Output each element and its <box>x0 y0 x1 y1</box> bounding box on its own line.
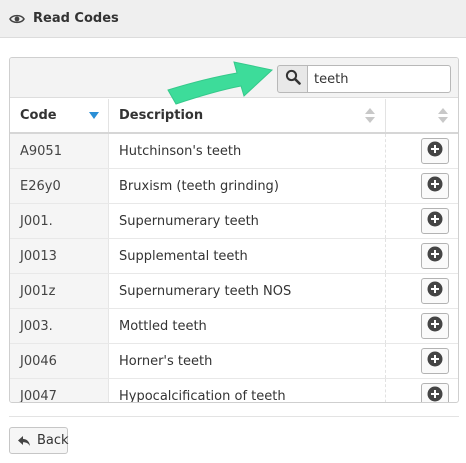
page-title: Read Codes <box>33 11 119 26</box>
footer-divider <box>9 416 459 417</box>
code-cell: J001. <box>10 204 109 238</box>
description-cell: Supplemental teeth <box>109 239 386 273</box>
description-cell: Supernumerary teeth NOS <box>109 274 386 308</box>
table-row: J001z Supernumerary teeth NOS <box>10 274 458 309</box>
action-cell <box>386 169 458 203</box>
table-row: J0047 Hypocalcification of teeth <box>10 379 458 402</box>
description-cell: Hypocalcification of teeth <box>109 379 386 402</box>
plus-circle-icon <box>427 386 443 402</box>
eye-icon <box>9 12 27 26</box>
add-code-button[interactable] <box>421 208 449 234</box>
table-body: A9051 Hutchinson's teeth E26y0 Bruxism (… <box>10 134 458 402</box>
add-code-button[interactable] <box>421 313 449 339</box>
sort-icon <box>365 108 375 124</box>
sort-descending-icon <box>89 112 99 119</box>
code-cell: J003. <box>10 309 109 343</box>
description-cell: Mottled teeth <box>109 309 386 343</box>
action-cell <box>386 309 458 343</box>
plus-circle-icon <box>427 316 443 336</box>
column-header-description[interactable]: Description <box>109 99 386 132</box>
add-code-button[interactable] <box>421 173 449 199</box>
search-icon <box>285 69 301 89</box>
table-row: E26y0 Bruxism (teeth grinding) <box>10 169 458 204</box>
description-cell: Supernumerary teeth <box>109 204 386 238</box>
action-cell <box>386 274 458 308</box>
plus-circle-icon <box>427 211 443 231</box>
action-cell <box>386 134 458 168</box>
search-button[interactable] <box>277 65 308 93</box>
table-row: J001. Supernumerary teeth <box>10 204 458 239</box>
code-cell: A9051 <box>10 134 109 168</box>
add-code-button[interactable] <box>421 383 449 402</box>
page-header: Read Codes <box>0 0 466 38</box>
reply-icon <box>17 435 31 447</box>
table-row: J0013 Supplemental teeth <box>10 239 458 274</box>
description-cell: Hutchinson's teeth <box>109 134 386 168</box>
plus-circle-icon <box>427 281 443 301</box>
add-code-button[interactable] <box>421 243 449 269</box>
read-codes-table-panel: Code Description A9051 Hutchinson's teet… <box>9 57 459 403</box>
table-header: Code Description <box>10 99 458 134</box>
code-cell: J001z <box>10 274 109 308</box>
column-header-code-label: Code <box>20 108 57 123</box>
action-cell <box>386 204 458 238</box>
table-row: A9051 Hutchinson's teeth <box>10 134 458 169</box>
sort-icon <box>438 108 448 124</box>
column-header-actions[interactable] <box>386 99 458 132</box>
table-row: J003. Mottled teeth <box>10 309 458 344</box>
plus-circle-icon <box>427 246 443 266</box>
add-code-button[interactable] <box>421 138 449 164</box>
description-cell: Horner's teeth <box>109 344 386 378</box>
action-cell <box>386 379 458 402</box>
plus-circle-icon <box>427 141 443 161</box>
column-header-description-label: Description <box>119 108 204 123</box>
add-code-button[interactable] <box>421 348 449 374</box>
plus-circle-icon <box>427 351 443 371</box>
action-cell <box>386 239 458 273</box>
description-cell: Bruxism (teeth grinding) <box>109 169 386 203</box>
code-cell: J0013 <box>10 239 109 273</box>
plus-circle-icon <box>427 176 443 196</box>
column-header-code[interactable]: Code <box>10 99 109 132</box>
action-cell <box>386 344 458 378</box>
search-input[interactable] <box>307 65 451 93</box>
code-cell: J0046 <box>10 344 109 378</box>
add-code-button[interactable] <box>421 278 449 304</box>
back-button[interactable]: Back <box>9 427 69 454</box>
code-cell: E26y0 <box>10 169 109 203</box>
back-button-label: Back <box>37 433 69 448</box>
table-row: J0046 Horner's teeth <box>10 344 458 379</box>
table-toolbar <box>10 58 458 98</box>
code-cell: J0047 <box>10 379 109 402</box>
